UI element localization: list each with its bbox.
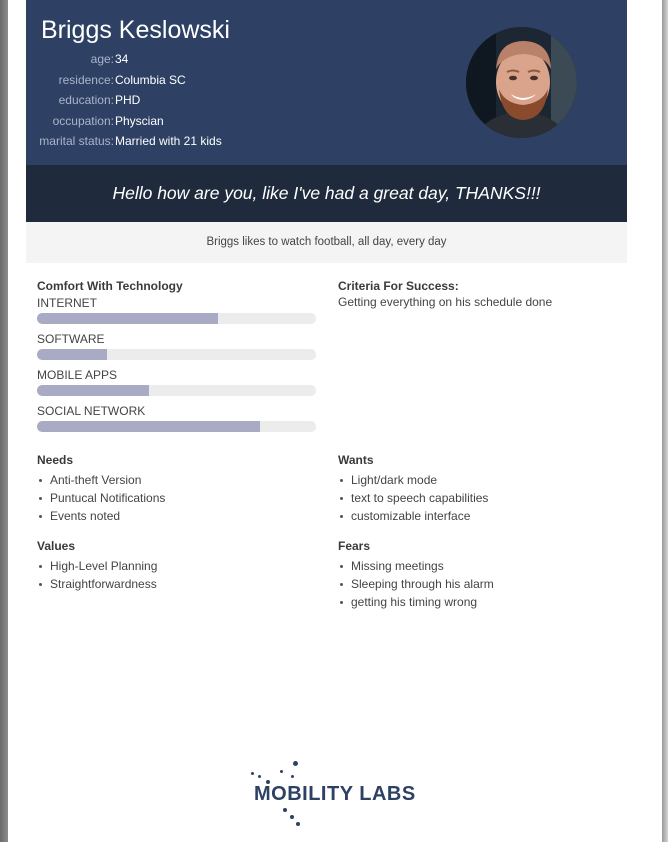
logo-dot [291, 775, 294, 778]
section-title: Wants [338, 453, 374, 467]
logo-dot [293, 761, 298, 766]
fact-occupation: occupation: Physcian [26, 114, 286, 135]
progress-bar [37, 385, 316, 396]
mobility-labs-logo: MOBILITY LABS [244, 758, 420, 830]
tech-label: SOFTWARE [37, 332, 105, 346]
fact-value: Physcian [115, 113, 164, 128]
fact-marital-status: marital status: Married with 21 kids [26, 134, 286, 155]
list-item: Sleeping through his alarm [338, 575, 608, 593]
section-title: Criteria For Success: [338, 279, 459, 293]
section-title: Fears [338, 539, 371, 553]
wants-list: Light/dark mode text to speech capabilit… [338, 471, 608, 525]
tech-item: INTERNET [37, 296, 317, 324]
avatar [466, 27, 577, 138]
persona-facts: age: 34 residence: Columbia SC education… [26, 52, 286, 155]
fears-section: Fears Missing meetings Sleeping through … [338, 539, 608, 611]
persona-bio: Briggs likes to watch football, all day,… [26, 222, 627, 263]
logo-dot [258, 775, 261, 778]
list-item: Events noted [37, 507, 307, 525]
list-item: Straightforwardness [37, 575, 307, 593]
criteria-for-success: Criteria For Success: Getting everything… [338, 279, 608, 309]
progress-fill [37, 313, 219, 324]
list-item: High-Level Planning [37, 557, 307, 575]
logo-dot [280, 770, 283, 773]
progress-fill [37, 349, 107, 360]
list-item: text to speech capabilities [338, 489, 608, 507]
logo-dot [290, 815, 294, 819]
fact-age: age: 34 [26, 52, 286, 73]
criteria-text: Getting everything on his schedule done [338, 295, 553, 309]
fact-value: 34 [115, 52, 129, 66]
fact-label: age: [90, 52, 114, 66]
list-item: Light/dark mode [338, 471, 608, 489]
needs-list: Anti-theft Version Puntucal Notification… [37, 471, 307, 525]
persona-quote: Hello how are you, like I've had a great… [26, 165, 627, 222]
section-title: Comfort With Technology [37, 279, 183, 293]
technology-comfort: Comfort With Technology INTERNET SOFTWAR… [37, 279, 317, 440]
progress-bar [37, 349, 316, 360]
list-item: customizable interface [338, 507, 608, 525]
fact-label: marital status: [39, 134, 114, 148]
fact-label: occupation: [52, 113, 114, 128]
persona-header: Briggs Keslowski age: 34 residence: Colu… [26, 0, 627, 165]
fact-label: education: [58, 93, 114, 107]
tech-label: MOBILE APPS [37, 368, 118, 382]
section-title: Needs [37, 453, 74, 467]
progress-fill [37, 385, 149, 396]
values-section: Values High-Level Planning Straightforwa… [37, 539, 307, 593]
tech-item: SOFTWARE [37, 332, 317, 360]
progress-bar [37, 421, 316, 432]
logo-dot [251, 772, 254, 775]
page-shadow [662, 0, 668, 842]
list-item: Missing meetings [338, 557, 608, 575]
fact-value: Columbia SC [115, 72, 186, 87]
fact-value: PHD [115, 93, 141, 107]
avatar-photo [466, 27, 577, 138]
tech-item: SOCIAL NETWORK [37, 404, 317, 432]
list-item: Puntucal Notifications [37, 489, 307, 507]
tech-label: INTERNET [37, 296, 97, 310]
logo-dot [296, 822, 300, 826]
fact-label: residence: [58, 72, 114, 87]
list-item: getting his timing wrong [338, 593, 608, 611]
fact-education: education: PHD [26, 93, 286, 114]
fact-residence: residence: Columbia SC [26, 73, 286, 94]
wants-section: Wants Light/dark mode text to speech cap… [338, 453, 608, 525]
section-title: Values [37, 539, 76, 553]
logo-text: MOBILITY LABS [254, 783, 416, 805]
fact-value: Married with 21 kids [115, 134, 222, 148]
logo-dot [283, 808, 287, 812]
values-list: High-Level Planning Straightforwardness [37, 557, 307, 593]
tech-item: MOBILE APPS [37, 368, 317, 396]
list-item: Anti-theft Version [37, 471, 307, 489]
viewer-gutter-left [0, 0, 8, 842]
progress-fill [37, 421, 261, 432]
needs-section: Needs Anti-theft Version Puntucal Notifi… [37, 453, 307, 525]
persona-name: Briggs Keslowski [41, 16, 230, 44]
progress-bar [37, 313, 316, 324]
tech-label: SOCIAL NETWORK [37, 404, 146, 418]
fears-list: Missing meetings Sleeping through his al… [338, 557, 608, 611]
